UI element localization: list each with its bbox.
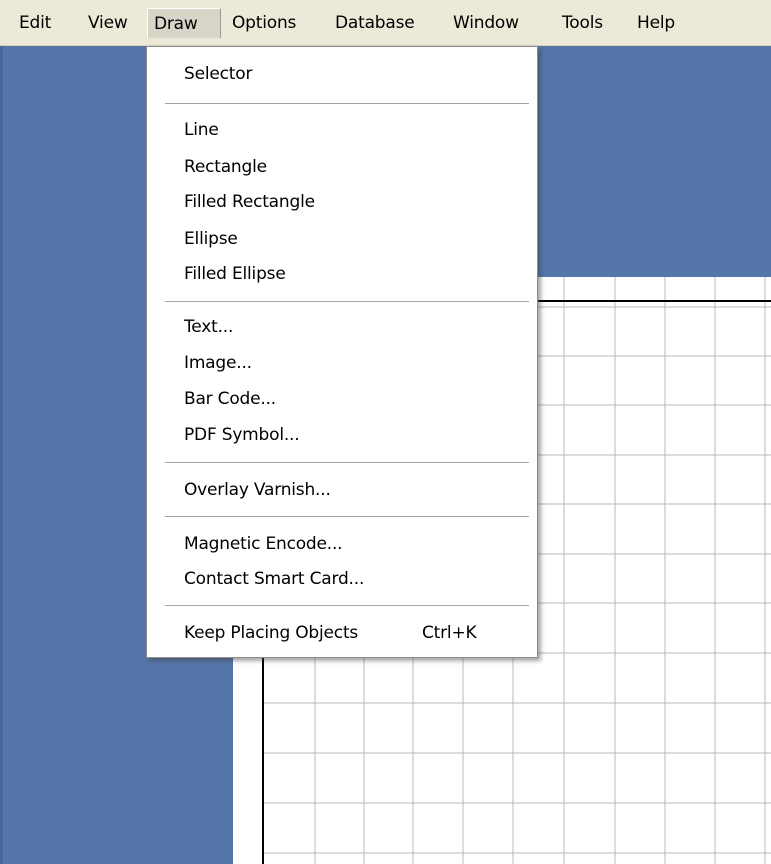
menu-item-overlay-varnish[interactable]: Overlay Varnish... <box>184 475 331 505</box>
menu-item-pdf-symbol[interactable]: PDF Symbol... <box>184 420 300 450</box>
menu-bar: Edit View Draw Options Database Window T… <box>0 0 771 46</box>
workspace-left-edge <box>0 46 3 864</box>
menu-help[interactable]: Help <box>631 8 681 38</box>
menu-edit[interactable]: Edit <box>13 8 57 38</box>
keyboard-shortcut: Ctrl+K <box>422 623 477 643</box>
menu-separator <box>165 605 529 606</box>
menu-item-line[interactable]: Line <box>184 115 219 145</box>
menu-item-text[interactable]: Text... <box>184 312 233 342</box>
menu-item-selector[interactable]: Selector <box>184 59 252 89</box>
menu-window[interactable]: Window <box>447 8 525 38</box>
menu-separator <box>165 462 529 463</box>
menu-item-filled-rectangle[interactable]: Filled Rectangle <box>184 187 315 217</box>
menu-item-contact-smart-card[interactable]: Contact Smart Card... <box>184 564 364 594</box>
menu-separator <box>165 301 529 302</box>
menu-item-label: Keep Placing Objects <box>184 623 359 643</box>
menu-view[interactable]: View <box>82 8 134 38</box>
menu-draw[interactable]: Draw <box>147 8 221 38</box>
menu-database[interactable]: Database <box>329 8 421 38</box>
menu-item-ellipse[interactable]: Ellipse <box>184 224 238 254</box>
menu-item-rectangle[interactable]: Rectangle <box>184 152 267 182</box>
draw-menu-dropdown: Selector Line Rectangle Filled Rectangle… <box>146 46 538 658</box>
menu-item-magnetic-encode[interactable]: Magnetic Encode... <box>184 529 343 559</box>
menu-item-bar-code[interactable]: Bar Code... <box>184 384 276 414</box>
menu-separator <box>165 103 529 104</box>
menu-item-keep-placing-objects[interactable]: Keep Placing Objects Ctrl+K <box>184 618 477 648</box>
menu-tools[interactable]: Tools <box>556 8 609 38</box>
menu-item-image[interactable]: Image... <box>184 348 252 378</box>
menu-separator <box>165 516 529 517</box>
menu-item-filled-ellipse[interactable]: Filled Ellipse <box>184 259 286 289</box>
menu-options[interactable]: Options <box>226 8 302 38</box>
